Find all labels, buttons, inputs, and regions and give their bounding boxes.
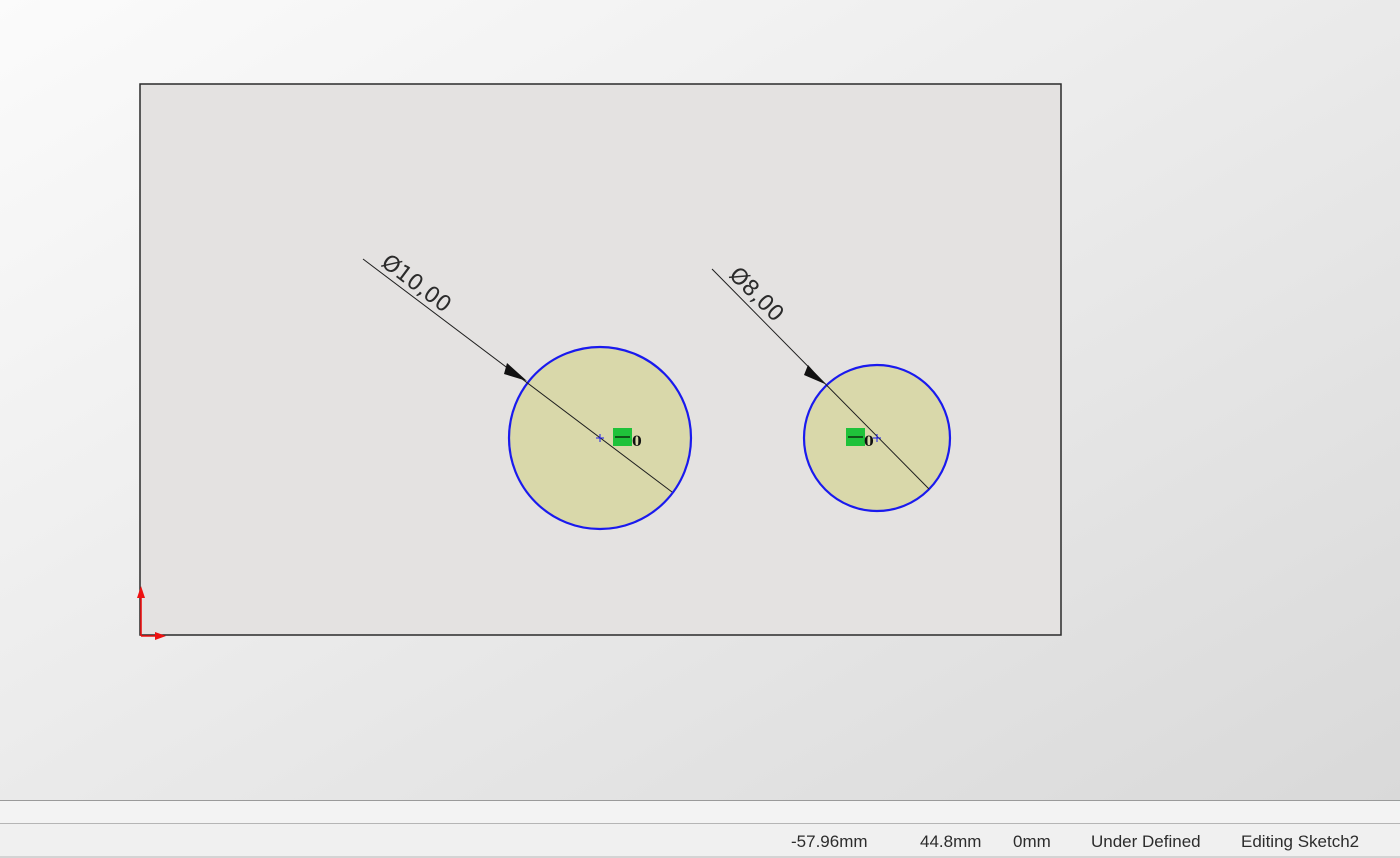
- sketch-canvas[interactable]: Ø10,00 Ø8,00 0 0: [0, 0, 1400, 800]
- status-bar: -57.96mm 44.8mm 0mm Under Defined Editin…: [0, 824, 1400, 858]
- status-z-coordinate: 0mm: [1013, 832, 1051, 851]
- status-sketch-state[interactable]: Under Defined: [1091, 832, 1201, 852]
- status-y-coordinate: 44.8mm: [920, 832, 982, 851]
- status-x-coordinate: -57.96mm: [791, 832, 868, 851]
- viewport-divider: [0, 800, 1400, 824]
- status-editing-sketch: Editing Sketch2: [1241, 832, 1360, 851]
- cad-app-window: Ø10,00 Ø8,00 0 0 -57.96mm 44.8mm 0mm Und…: [0, 0, 1400, 858]
- relation-label: 0: [864, 434, 874, 450]
- relation-label: 0: [632, 434, 642, 450]
- graphics-viewport[interactable]: Ø10,00 Ø8,00 0 0: [0, 0, 1400, 800]
